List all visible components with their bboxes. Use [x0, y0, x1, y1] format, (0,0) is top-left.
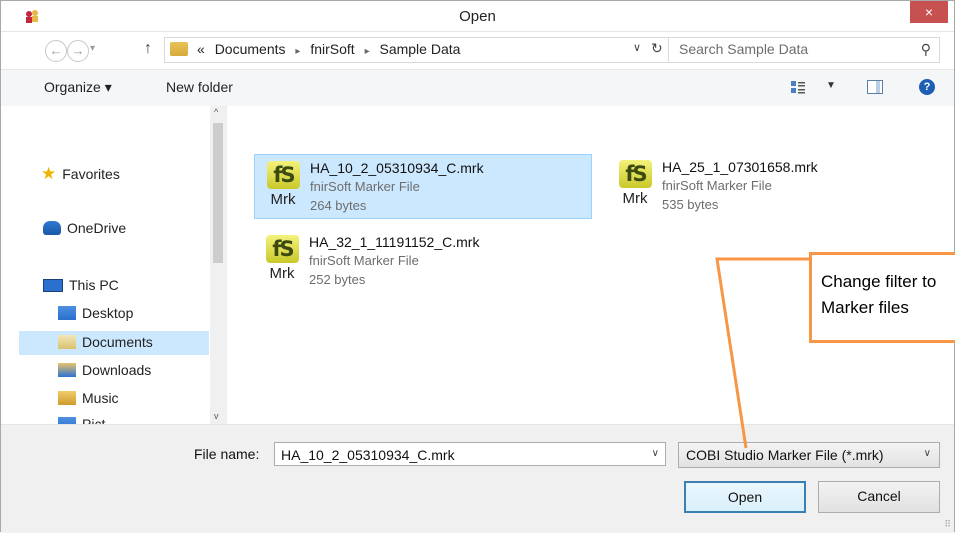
documents-folder-icon: [58, 335, 76, 349]
close-icon: ×: [924, 4, 934, 20]
file-name-label: File name:: [194, 446, 260, 462]
folder-icon: [170, 42, 188, 56]
breadcrumb: « Documents ▸ fnirSoft ▸ Sample Data: [197, 41, 460, 57]
file-item[interactable]: fS Mrk HA_10_2_05310934_C.mrk fnirSoft M…: [254, 154, 592, 219]
title-bar: Open ×: [1, 1, 954, 32]
sidebar-item-label: Desktop: [82, 305, 134, 321]
sidebar-item-label: OneDrive: [67, 220, 127, 236]
sidebar-item-label: Downloads: [82, 362, 152, 378]
refresh-icon[interactable]: ↻: [651, 40, 663, 57]
pictures-folder-icon: [58, 417, 76, 424]
sidebar-item-favorites[interactable]: ★ Favorites: [41, 164, 120, 184]
file-name-value: HA_10_2_05310934_C.mrk: [281, 447, 455, 463]
sidebar-item-onedrive[interactable]: OneDrive: [43, 220, 126, 236]
breadcrumb-separator-icon[interactable]: ▸: [359, 46, 376, 57]
file-name-input[interactable]: HA_10_2_05310934_C.mrk ∨: [274, 442, 666, 466]
open-file-dialog: Open × ← → ▾ ↑ « Documents ▸ fnirSoft ▸ …: [0, 0, 955, 533]
scrollbar-thumb[interactable]: [213, 123, 223, 263]
back-arrow-icon: ←: [49, 43, 63, 58]
downloads-folder-icon: [58, 363, 76, 377]
help-icon[interactable]: ?: [919, 79, 935, 95]
file-icon-label: Mrk: [622, 190, 648, 207]
file-item[interactable]: fS Mrk HA_25_1_07301658.mrk fnirSoft Mar…: [607, 154, 907, 219]
sidebar-item-label: Documents: [82, 334, 153, 350]
sidebar-item-documents[interactable]: Documents: [58, 334, 153, 350]
address-dropdown-icon[interactable]: ∨: [633, 41, 641, 54]
marker-file-icon: fS Mrk: [262, 235, 302, 287]
callout-line-2: Marker files: [821, 298, 909, 317]
resize-grip-icon[interactable]: ⠿: [944, 519, 951, 530]
search-input[interactable]: Search Sample Data ⚲: [668, 37, 940, 63]
computer-icon: [43, 279, 63, 292]
file-type: fnirSoft Marker File: [662, 178, 772, 193]
star-icon: ★: [41, 164, 57, 183]
breadcrumb-separator-icon[interactable]: ▸: [289, 46, 306, 57]
annotation-callout: Change filter to Marker files: [809, 252, 955, 343]
open-button[interactable]: Open: [684, 481, 806, 513]
address-bar[interactable]: « Documents ▸ fnirSoft ▸ Sample Data ∨ ↻: [164, 37, 669, 63]
callout-text: Change filter to Marker files: [821, 269, 936, 321]
change-view-icon[interactable]: [790, 79, 806, 95]
file-name: HA_10_2_05310934_C.mrk: [310, 160, 484, 176]
marker-file-icon: fS Mrk: [263, 161, 303, 213]
scroll-down-icon[interactable]: v: [214, 411, 219, 421]
view-options-dropdown-icon[interactable]: ▼: [826, 80, 836, 91]
command-bar: Organize ▾ New folder ▼ ?: [1, 69, 954, 107]
forward-arrow-icon: →: [71, 43, 85, 58]
close-button[interactable]: ×: [910, 1, 948, 23]
sidebar-scrollbar[interactable]: ^ v: [210, 106, 226, 424]
sidebar-item-desktop[interactable]: Desktop: [58, 305, 133, 321]
recent-locations-chevron-icon[interactable]: ▾: [90, 43, 95, 54]
sidebar-item-pictures[interactable]: Pict: [58, 416, 105, 424]
file-size: 535 bytes: [662, 197, 719, 212]
navigation-row: ← → ▾ ↑ « Documents ▸ fnirSoft ▸ Sample …: [1, 32, 954, 69]
callout-line-1: Change filter to: [821, 272, 937, 291]
new-folder-button[interactable]: New folder: [166, 79, 233, 95]
bottom-panel: File name: HA_10_2_05310934_C.mrk ∨ COBI…: [1, 424, 954, 533]
search-placeholder: Search Sample Data: [679, 41, 809, 57]
file-type-filter-value: COBI Studio Marker File (*.mrk): [686, 447, 884, 463]
breadcrumb-item-documents[interactable]: Documents: [209, 41, 286, 57]
navigation-pane: ★ Favorites OneDrive This PC Desktop Docu…: [1, 106, 227, 424]
preview-pane-icon[interactable]: [867, 80, 883, 94]
file-name: HA_32_1_11191152_C.mrk: [309, 234, 480, 250]
forward-button[interactable]: →: [67, 40, 89, 62]
file-item[interactable]: fS Mrk HA_32_1_11191152_C.mrk fnirSoft M…: [254, 229, 592, 294]
up-arrow-icon[interactable]: ↑: [144, 40, 152, 58]
sidebar-item-this-pc[interactable]: This PC: [43, 277, 119, 293]
filter-dropdown-icon[interactable]: ∨: [924, 448, 931, 459]
file-badge: fS: [267, 161, 300, 189]
breadcrumb-item-fnirsoft[interactable]: fnirSoft: [310, 41, 354, 57]
sidebar-item-label: This PC: [69, 277, 119, 293]
organize-button[interactable]: Organize ▾: [44, 79, 112, 96]
scroll-up-icon[interactable]: ^: [214, 107, 218, 117]
sidebar-item-label: Pict: [82, 416, 106, 424]
breadcrumb-item-sample-data[interactable]: Sample Data: [379, 41, 460, 57]
cancel-button[interactable]: Cancel: [818, 481, 940, 513]
cloud-icon: [43, 221, 61, 235]
sidebar-item-music[interactable]: Music: [58, 390, 119, 406]
sidebar-item-label: Music: [82, 390, 119, 406]
file-name-dropdown-icon[interactable]: ∨: [652, 448, 659, 459]
desktop-folder-icon: [58, 306, 76, 320]
file-type: fnirSoft Marker File: [309, 253, 419, 268]
file-type-filter-select[interactable]: COBI Studio Marker File (*.mrk) ∨: [678, 442, 940, 468]
file-icon-label: Mrk: [269, 265, 295, 282]
file-size: 264 bytes: [310, 198, 367, 213]
file-badge: fS: [266, 235, 299, 263]
search-icon[interactable]: ⚲: [921, 41, 931, 58]
file-name: HA_25_1_07301658.mrk: [662, 159, 818, 175]
file-badge: fS: [619, 160, 652, 188]
file-type: fnirSoft Marker File: [310, 179, 420, 194]
sidebar-item-label: Favorites: [62, 166, 120, 182]
sidebar-item-downloads[interactable]: Downloads: [58, 362, 151, 378]
back-button[interactable]: ←: [45, 40, 67, 62]
music-folder-icon: [58, 391, 76, 405]
breadcrumb-overflow[interactable]: «: [197, 41, 205, 57]
window-title: Open: [459, 8, 496, 25]
marker-file-icon: fS Mrk: [615, 160, 655, 212]
file-size: 252 bytes: [309, 272, 366, 287]
file-icon-label: Mrk: [270, 191, 296, 208]
